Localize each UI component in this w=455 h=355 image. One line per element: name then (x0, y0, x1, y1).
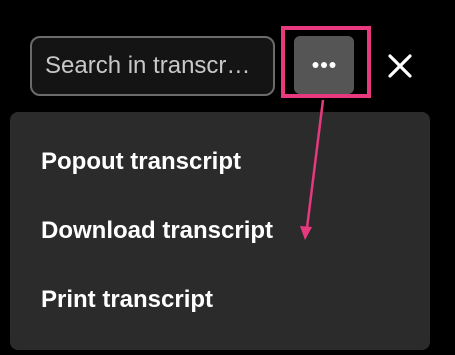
transcript-panel: Popout transcript Download transcript Pr… (0, 0, 455, 355)
close-button[interactable] (382, 48, 418, 84)
search-input[interactable] (30, 36, 275, 96)
close-icon (388, 54, 412, 78)
menu-item-print-transcript[interactable]: Print transcript (41, 286, 213, 314)
menu-item-popout-transcript[interactable]: Popout transcript (41, 148, 241, 176)
menu-item-download-transcript[interactable]: Download transcript (41, 217, 273, 245)
more-options-menu: Popout transcript Download transcript Pr… (10, 112, 430, 350)
annotation-highlight-box (281, 26, 371, 98)
